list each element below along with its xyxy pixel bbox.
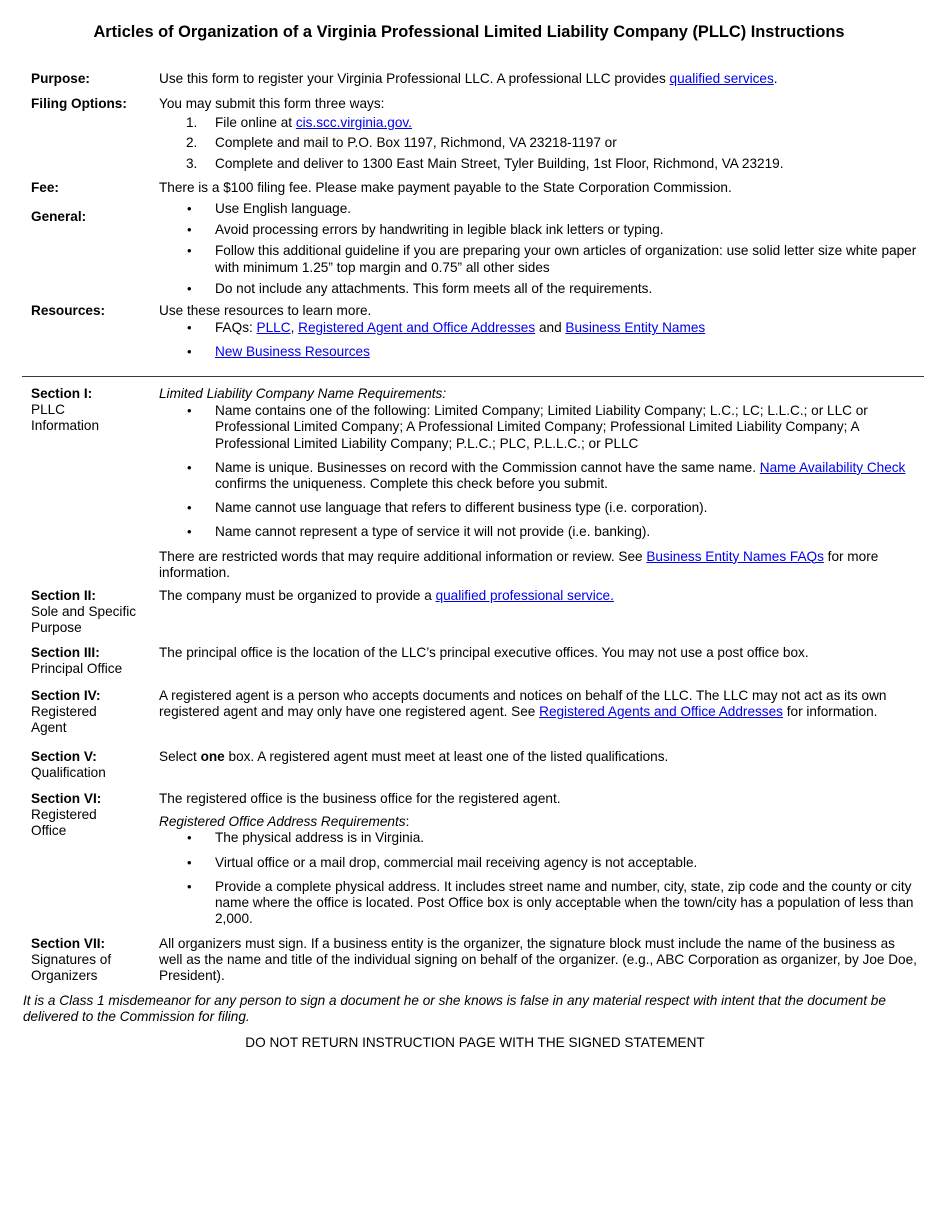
list-item: • Name contains one of the following: Lim… [187,403,868,451]
section-7-text: All organizers must sign. If a business … [159,936,917,984]
section-2-sublabel: Sole and Specific Purpose [31,604,137,636]
filing-options-intro: You may submit this form three ways: [159,96,385,111]
list-item: • Virtual office or a mail drop, commerci… [187,854,698,870]
list-item: 1. File online at cis.scc.virginia.gov. [186,115,412,131]
restricted-words-text: There are restricted words that may requ… [159,548,879,580]
bullet-icon: • [187,243,192,259]
list-item: • Do not include any attachments. This fo… [187,280,653,296]
section-6-sublabel: Registered Office [31,807,97,839]
resources-list: • FAQs: PLLC, Registered Agent and Office… [159,320,919,360]
misdemeanor-warning: It is a Class 1 misdemeanor for any pers… [23,993,886,1025]
list-item: • Follow this additional guideline if you… [187,243,917,275]
new-business-resources-link[interactable]: New Business Resources [215,344,370,359]
bullet-icon: • [187,830,192,846]
section-3-text: The principal office is the location of … [159,645,809,660]
fee-label: Fee: [31,180,59,195]
list-item: • Name cannot use language that refers to… [187,500,708,516]
section-6-intro: The registered office is the business of… [159,791,561,806]
registered-agents-link[interactable]: Registered Agents and Office Addresses [539,704,783,719]
bullet-icon: • [187,201,192,216]
list-item: • Name is unique. Businesses on record wi… [187,459,906,492]
list-item: • New Business Resources [159,344,919,360]
footer-notice: DO NOT RETURN INSTRUCTION PAGE WITH THE … [245,1035,705,1050]
section-3-label: Section III: [31,645,100,660]
list-item: • Provide a complete physical address. It… [187,878,914,927]
faq-business-entity-names-link[interactable]: Business Entity Names [565,320,705,335]
section-3-sublabel: Principal Office [31,661,123,677]
list-item: • Avoid processing errors by handwriting … [187,222,664,238]
bullet-icon: • [187,459,192,475]
bullet-icon: • [187,320,192,336]
faq-registered-agent-link[interactable]: Registered Agent and Office Addresses [298,320,535,335]
section-6-label: Section VI: [31,791,102,806]
section-5-label: Section V: [31,749,97,764]
fee-text: There is a $100 filing fee. Please make … [159,180,732,195]
business-entity-names-faqs-link[interactable]: Business Entity Names FAQs [646,549,824,564]
bullet-icon: • [187,854,192,870]
section-4-label: Section IV: [31,688,101,703]
qualified-services-link[interactable]: qualified services [670,71,774,86]
section-1-label: Section I: [31,386,93,401]
page-title: Articles of Organization of a Virginia P… [93,23,845,41]
cis-scc-link[interactable]: cis.scc.virginia.gov. [296,115,412,130]
bullet-icon: • [187,500,192,516]
section-2-label: Section II: [31,588,96,603]
list-item: • Name cannot represent a type of service… [187,524,651,540]
bullet-icon: • [187,878,192,894]
bullet-icon: • [187,344,192,360]
section-1-heading: Limited Liability Company Name Requireme… [159,386,447,401]
list-item: • Use English language. [187,201,352,216]
section-6-heading: Registered Office Address Requirements: [159,814,410,830]
section-divider [22,376,924,377]
filing-options-list: 1. File online at cis.scc.virginia.gov. 2… [159,115,919,172]
resources-label: Resources: [31,303,106,318]
purpose-label: Purpose: [31,71,90,86]
faq-pllc-link[interactable]: PLLC [257,320,291,335]
section-7-sublabel: Signatures of Organizers [31,952,112,984]
bullet-icon: • [187,222,192,238]
name-availability-check-link[interactable]: Name Availability Check [760,460,906,475]
purpose-text: Use this form to register your Virginia … [159,71,778,86]
list-item: • FAQs: PLLC, Registered Agent and Office… [187,320,706,336]
filing-options-label: Filing Options: [31,96,127,111]
section-7-label: Section VII: [31,936,106,951]
bullet-icon: • [187,280,192,296]
resources-intro: Use these resources to learn more. [159,303,372,318]
list-item: 2. Complete and mail to P.O. Box 1197, Ri… [186,135,617,151]
bullet-icon: • [187,524,192,540]
list-item: 3. Complete and deliver to 1300 East Main… [186,155,784,171]
section-4-sublabel: Registered Agent [31,704,97,736]
section-6-list: • The physical address is in Virginia. • V… [159,830,919,927]
general-list: • Use English language. • Avoid processing… [159,201,919,297]
bullet-icon: • [187,403,192,419]
section-5-sublabel: Qualification [31,765,106,781]
list-item: • The physical address is in Virginia. [187,830,425,846]
section-1-sublabel: PLLC Information [31,402,100,434]
section-1-list: • Name contains one of the following: Lim… [159,403,919,540]
general-label: General: [31,209,87,224]
qualified-professional-service-link[interactable]: qualified professional service. [436,588,614,603]
